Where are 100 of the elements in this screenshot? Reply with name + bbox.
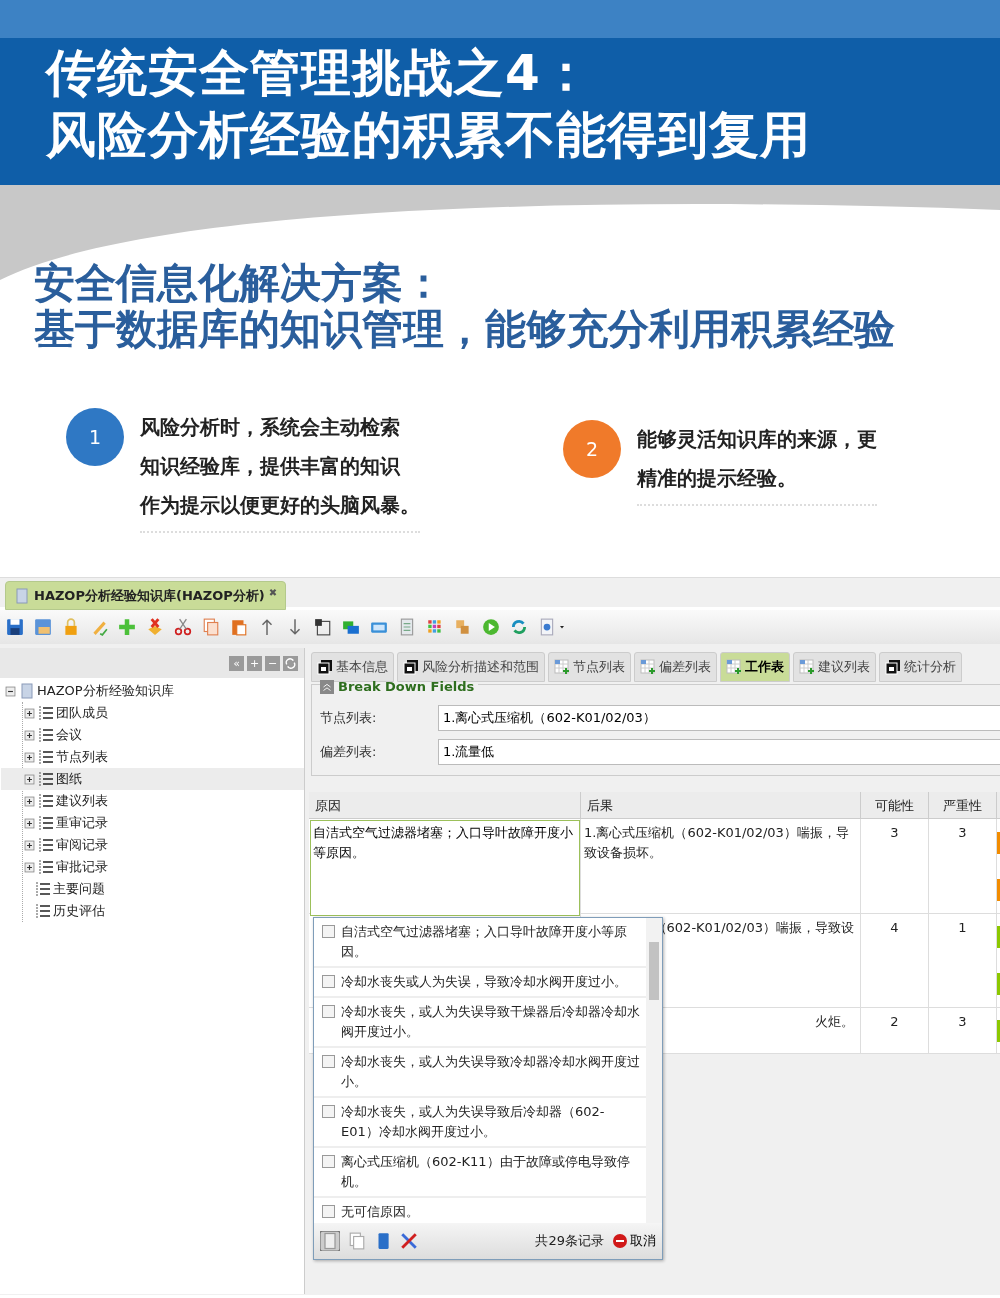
expand-toggle[interactable] [23,728,36,742]
option-text[interactable]: 冷却水丧失，或人为失误导致干燥器后冷却器冷却水阀开度过小。 [341,1002,642,1042]
paste-icon[interactable] [230,618,248,636]
tree-item[interactable]: 主要问题 [53,879,105,899]
checkbox[interactable] [322,1005,335,1018]
numbered-list-icon [35,881,51,897]
pencil-icon[interactable] [90,618,108,636]
grid-icon[interactable] [426,618,444,636]
tab[interactable]: 偏差列表 [634,652,717,682]
column-header: 可能性 [861,792,929,818]
point-text: 能够灵活知识库的来源，更 精准的提示经验。 [637,420,877,506]
solution-title: 基于数据库的知识管理，能够充分利用积累经验 [34,306,896,352]
numbered-list-icon [38,749,54,765]
import-icon[interactable] [314,618,332,636]
tab[interactable]: 节点列表 [548,652,631,682]
scroll-thumb[interactable] [649,942,659,1000]
cancel-icon [612,1233,628,1249]
column-header: 后果 [581,792,861,818]
cancel-button[interactable]: 取消 [612,1231,656,1251]
windows-icon[interactable] [342,618,360,636]
tree-item[interactable]: 图纸 [56,769,82,789]
tree-item[interactable]: 历史评估 [53,901,105,921]
option-text[interactable]: 无可信原因。 [341,1202,419,1222]
scrollbar[interactable] [646,918,662,1223]
document-tab[interactable]: HAZOP分析经验知识库(HAZOP分析) ✖ [5,581,287,610]
input-field[interactable]: 1.离心式压缩机（602-K01/02/03） [438,704,1000,731]
numbered-list-icon [38,815,54,831]
tab[interactable]: 风险分析描述和范围 [397,652,545,682]
copy-icon[interactable] [348,1232,366,1250]
checkbox[interactable] [322,1055,335,1068]
play-icon[interactable] [482,618,500,636]
refresh-icon[interactable] [283,655,298,671]
table-cell: 1.离心式压缩机（602-K01/02/03）喘振，导致设备损坏。 [584,825,849,860]
refresh-icon[interactable] [510,618,528,636]
tree-item[interactable]: 重审记录 [56,813,108,833]
expand-toggle[interactable] [23,860,36,874]
numbered-list-icon [38,705,54,721]
number-circle: 1 [66,408,124,466]
tree-item[interactable]: 会议 [56,725,82,745]
checkbox[interactable] [322,1105,335,1118]
tree-item[interactable]: 团队成员 [56,703,108,723]
copy-icon[interactable] [202,618,220,636]
tree-item[interactable]: 节点列表 [56,747,108,767]
numbered-list-icon [35,903,51,919]
field-label: 节点列表: [320,708,378,727]
numbered-list-icon [38,837,54,853]
text-area[interactable]: 自洁式空气过滤器堵塞；入口导叶故障开度小等原因。 [310,820,580,916]
input-field[interactable]: 1.流量低 [438,738,1000,765]
collapse-toggle[interactable] [4,684,17,698]
option-text[interactable]: 离心式压缩机（602-K11）由于故障或停电导致停机。 [341,1152,642,1192]
solution-title: 安全信息化解决方案： [34,260,445,306]
tree-item[interactable]: 审阅记录 [56,835,108,855]
numbered-list-icon [38,727,54,743]
numbered-list-icon [38,859,54,875]
document-icon [19,683,35,699]
tree-item[interactable]: 建议列表 [56,791,108,811]
numbered-list-icon [38,771,54,787]
option-text[interactable]: 自洁式空气过滤器堵塞；入口导叶故障开度小等原因。 [341,922,642,962]
slide-title: 传统安全管理挑战之4： [46,43,593,104]
table-add-icon [640,659,656,675]
field-label: 偏差列表: [320,742,378,761]
checkbox[interactable] [322,1155,335,1168]
option-text[interactable]: 冷却水丧失或人为失误，导致冷却水阀开度过小。 [341,972,627,992]
caret-icon[interactable] [558,623,566,631]
scissors-icon[interactable] [174,618,192,636]
document-icon[interactable] [398,618,416,636]
expand-toggle[interactable] [23,794,36,808]
expand-toggle[interactable] [23,816,36,830]
document-icon[interactable] [538,618,556,636]
tab[interactable]: 工作表 [720,652,790,682]
checkbox[interactable] [322,1205,335,1218]
tree-item[interactable]: 审批记录 [56,857,108,877]
close-icon[interactable]: ✖ [268,585,278,600]
tools-icon[interactable] [400,1232,418,1250]
record-count: 共29条记录 [535,1232,604,1251]
column-header: 原因 [309,792,581,818]
expand-toggle[interactable] [23,706,36,720]
column-header: 严重性 [929,792,997,818]
delete-icon[interactable] [146,618,164,636]
table-cell: 2 [861,1008,929,1053]
option-text[interactable]: 冷却水丧失，或人为失误导致冷却器冷却水阀开度过小。 [341,1052,642,1092]
tab[interactable]: 建议列表 [793,652,876,682]
point-text: 风险分析时，系统会主动检索 知识经验库，提供丰富的知识 作为提示以便更好的头脑风暴。 [140,408,420,533]
table-cell: 3 [861,819,929,913]
document-icon[interactable] [320,1231,340,1251]
puzzle-icon[interactable] [454,618,472,636]
tab[interactable]: 统计分析 [879,652,962,682]
window-icon [885,659,901,675]
tab[interactable]: 基本信息 [311,652,394,682]
expand-toggle[interactable] [23,750,36,764]
option-text[interactable]: 冷却水丧失，或人为失误导致后冷却器（602-E01）冷却水阀开度过小。 [341,1102,642,1142]
tree-item[interactable]: HAZOP分析经验知识库 [37,681,174,701]
checkbox[interactable] [322,975,335,988]
table-add-icon [799,659,815,675]
table-cell: 4 [861,914,929,1007]
lock-icon[interactable] [62,618,80,636]
expand-toggle[interactable] [23,838,36,852]
checkbox[interactable] [322,925,335,938]
plus-icon[interactable] [118,618,136,636]
expand-toggle[interactable] [23,772,36,786]
